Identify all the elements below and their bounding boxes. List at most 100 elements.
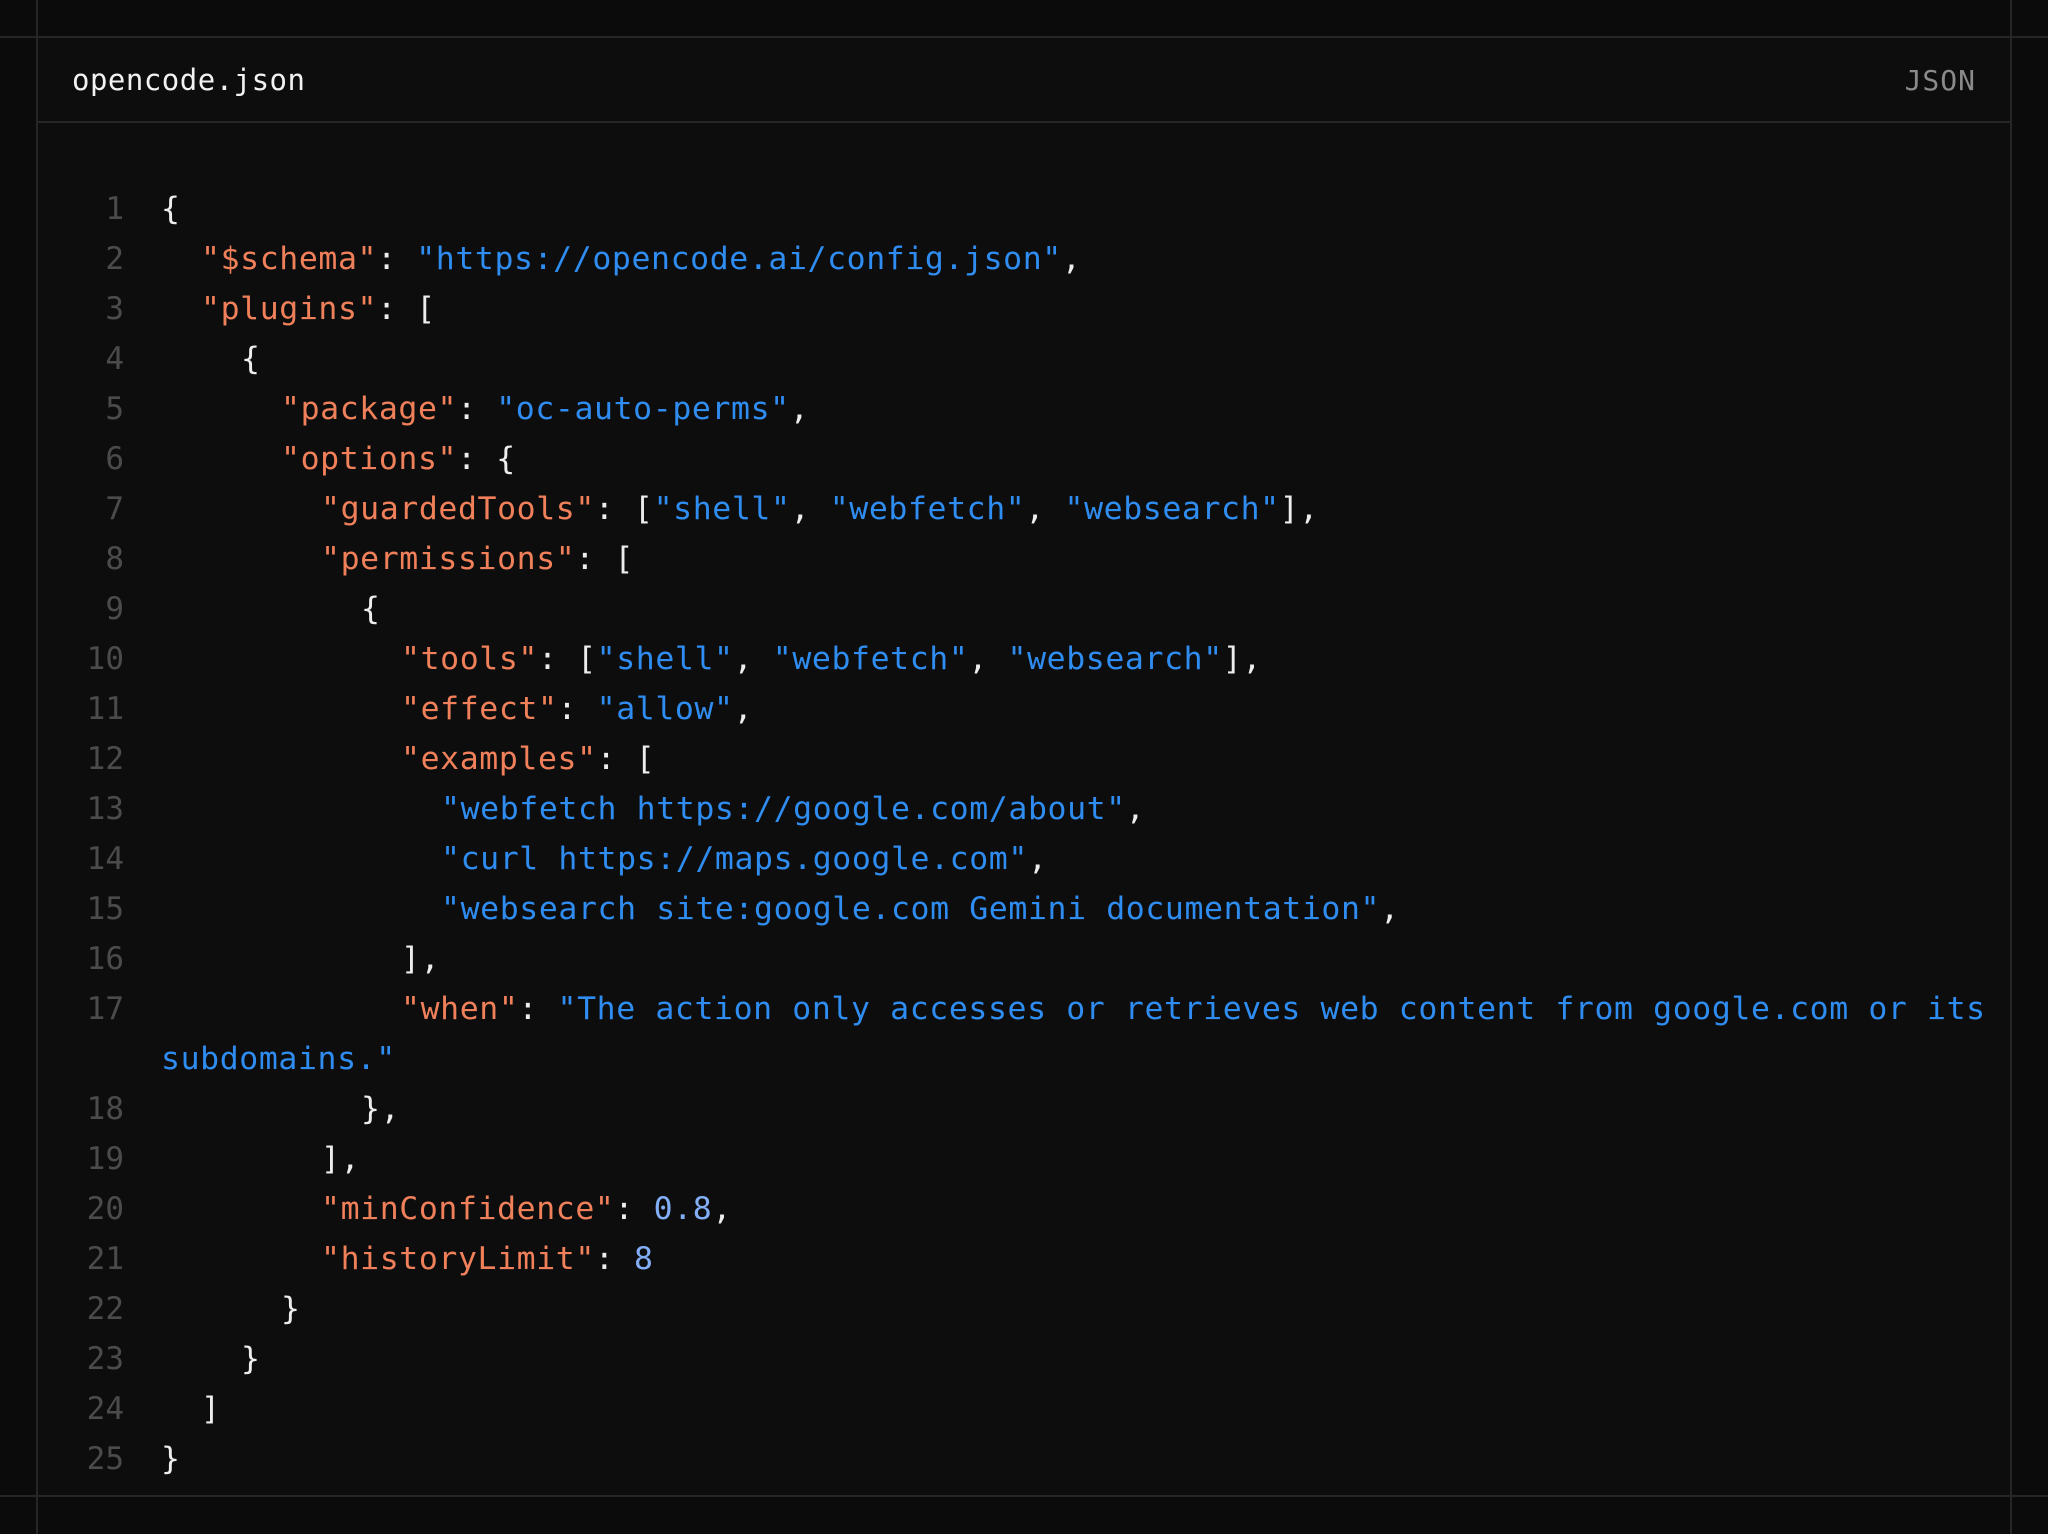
line-content: { bbox=[161, 184, 2001, 234]
code-block[interactable]: 1 {2 "$schema": "https://opencode.ai/confi… bbox=[38, 184, 2010, 1484]
json-key: "when" bbox=[401, 991, 519, 1027]
line-content: "options": { bbox=[161, 434, 2001, 484]
line-number: 20 bbox=[86, 1191, 124, 1227]
json-punctuation: ], bbox=[401, 941, 441, 977]
json-punctuation: : bbox=[557, 691, 597, 727]
code-line: 16], bbox=[38, 934, 2010, 984]
json-key: "plugins" bbox=[201, 291, 378, 327]
json-key: "examples" bbox=[401, 741, 597, 777]
code-line: 13 "webfetch https://google.com/about", bbox=[38, 784, 2010, 834]
json-punctuation: { bbox=[361, 591, 381, 627]
json-punctuation: : [ bbox=[594, 491, 654, 527]
line-number: 7 bbox=[105, 491, 124, 527]
json-number: 0.8 bbox=[653, 1191, 713, 1227]
line-number: 8 bbox=[105, 541, 124, 577]
line-number: 16 bbox=[86, 941, 124, 977]
code-line: 7 "guardedTools": ["shell", "webfetch", "… bbox=[38, 484, 2010, 534]
line-number: 17 bbox=[86, 991, 124, 1027]
language-badge: JSON bbox=[1904, 64, 1976, 97]
code-line: 17 "when": "The action only accesses or r… bbox=[38, 984, 2010, 1084]
code-line: 6 "options": { bbox=[38, 434, 2010, 484]
line-content: { bbox=[161, 584, 2001, 634]
line-content: "$schema": "https://opencode.ai/config.j… bbox=[161, 234, 2001, 284]
json-punctuation: , bbox=[1061, 241, 1082, 277]
json-punctuation: } bbox=[161, 1441, 181, 1477]
json-punctuation: , bbox=[789, 391, 810, 427]
json-string: "webfetch https://google.com/about" bbox=[441, 791, 1126, 827]
line-content: { bbox=[161, 334, 2001, 384]
line-content: "webfetch https://google.com/about", bbox=[161, 784, 2001, 834]
json-punctuation: ], bbox=[1279, 491, 1319, 527]
line-content: }, bbox=[161, 1084, 2001, 1134]
json-punctuation: : bbox=[377, 241, 417, 277]
line-content: ] bbox=[161, 1384, 2001, 1434]
line-number: 9 bbox=[105, 591, 124, 627]
json-punctuation: : [ bbox=[596, 741, 656, 777]
json-key: "guardedTools" bbox=[321, 491, 595, 527]
code-line: 18}, bbox=[38, 1084, 2010, 1134]
json-punctuation: , bbox=[1025, 491, 1065, 527]
json-key: "historyLimit" bbox=[321, 1241, 595, 1277]
json-string: "webfetch" bbox=[772, 641, 969, 677]
frame-border-right bbox=[2010, 0, 2012, 1534]
line-content: "websearch site:google.com Gemini docume… bbox=[161, 884, 2001, 934]
code-line: 14 "curl https://maps.google.com", bbox=[38, 834, 2010, 884]
line-number: 13 bbox=[86, 791, 124, 827]
code-line: 10 "tools": ["shell", "webfetch", "websea… bbox=[38, 634, 2010, 684]
json-punctuation: , bbox=[1125, 791, 1146, 827]
line-number: 5 bbox=[105, 391, 124, 427]
line-number: 2 bbox=[105, 241, 124, 277]
code-line: 5 "package": "oc-auto-perms", bbox=[38, 384, 2010, 434]
json-key: "options" bbox=[281, 441, 458, 477]
code-line: 15 "websearch site:google.com Gemini docu… bbox=[38, 884, 2010, 934]
json-punctuation: { bbox=[241, 341, 261, 377]
line-number: 10 bbox=[86, 641, 124, 677]
line-content: "package": "oc-auto-perms", bbox=[161, 384, 2001, 434]
json-key: "effect" bbox=[401, 691, 558, 727]
json-punctuation: : bbox=[518, 991, 558, 1027]
json-punctuation: : bbox=[457, 391, 497, 427]
json-string: "curl https://maps.google.com" bbox=[441, 841, 1028, 877]
line-number: 12 bbox=[86, 741, 124, 777]
line-number: 11 bbox=[86, 691, 124, 727]
code-line: 8 "permissions": [ bbox=[38, 534, 2010, 584]
json-key: "permissions" bbox=[321, 541, 576, 577]
json-string: "shell" bbox=[596, 641, 734, 677]
code-panel-header: opencode.json JSON bbox=[38, 38, 2010, 123]
line-content: "historyLimit": 8 bbox=[161, 1234, 2001, 1284]
code-panel: opencode.json JSON 1 {2 "$schema": "https:… bbox=[38, 38, 2010, 1495]
json-string: "webfetch" bbox=[829, 491, 1026, 527]
json-number: 8 bbox=[634, 1241, 654, 1277]
code-line: 3 "plugins": [ bbox=[38, 284, 2010, 334]
line-number: 4 bbox=[105, 341, 124, 377]
json-string: "https://opencode.ai/config.json" bbox=[416, 241, 1062, 277]
json-punctuation: ] bbox=[201, 1391, 221, 1427]
line-content: "when": "The action only accesses or ret… bbox=[161, 984, 2001, 1084]
json-punctuation: { bbox=[161, 191, 181, 227]
line-content: } bbox=[161, 1334, 2001, 1384]
line-number: 15 bbox=[86, 891, 124, 927]
json-string: "websearch" bbox=[1064, 491, 1280, 527]
json-punctuation: } bbox=[281, 1291, 301, 1327]
json-string: "allow" bbox=[596, 691, 734, 727]
json-key: "minConfidence" bbox=[321, 1191, 615, 1227]
line-number: 21 bbox=[86, 1241, 124, 1277]
json-punctuation: : [ bbox=[377, 291, 436, 327]
json-punctuation: : bbox=[614, 1191, 654, 1227]
line-content: "plugins": [ bbox=[161, 284, 2001, 334]
json-punctuation: , bbox=[733, 691, 754, 727]
line-number: 25 bbox=[86, 1441, 124, 1477]
code-line: 19], bbox=[38, 1134, 2010, 1184]
line-number: 1 bbox=[105, 191, 124, 227]
line-number: 24 bbox=[86, 1391, 124, 1427]
line-number: 3 bbox=[105, 291, 124, 327]
json-string: "oc-auto-perms" bbox=[496, 391, 790, 427]
line-content: ], bbox=[161, 934, 2001, 984]
line-content: "permissions": [ bbox=[161, 534, 2001, 584]
line-number: 6 bbox=[105, 441, 124, 477]
line-content: "guardedTools": ["shell", "webfetch", "w… bbox=[161, 484, 2001, 534]
line-content: "effect": "allow", bbox=[161, 684, 2001, 734]
code-line: 9{ bbox=[38, 584, 2010, 634]
json-punctuation: , bbox=[790, 491, 830, 527]
line-content: } bbox=[161, 1434, 2001, 1484]
